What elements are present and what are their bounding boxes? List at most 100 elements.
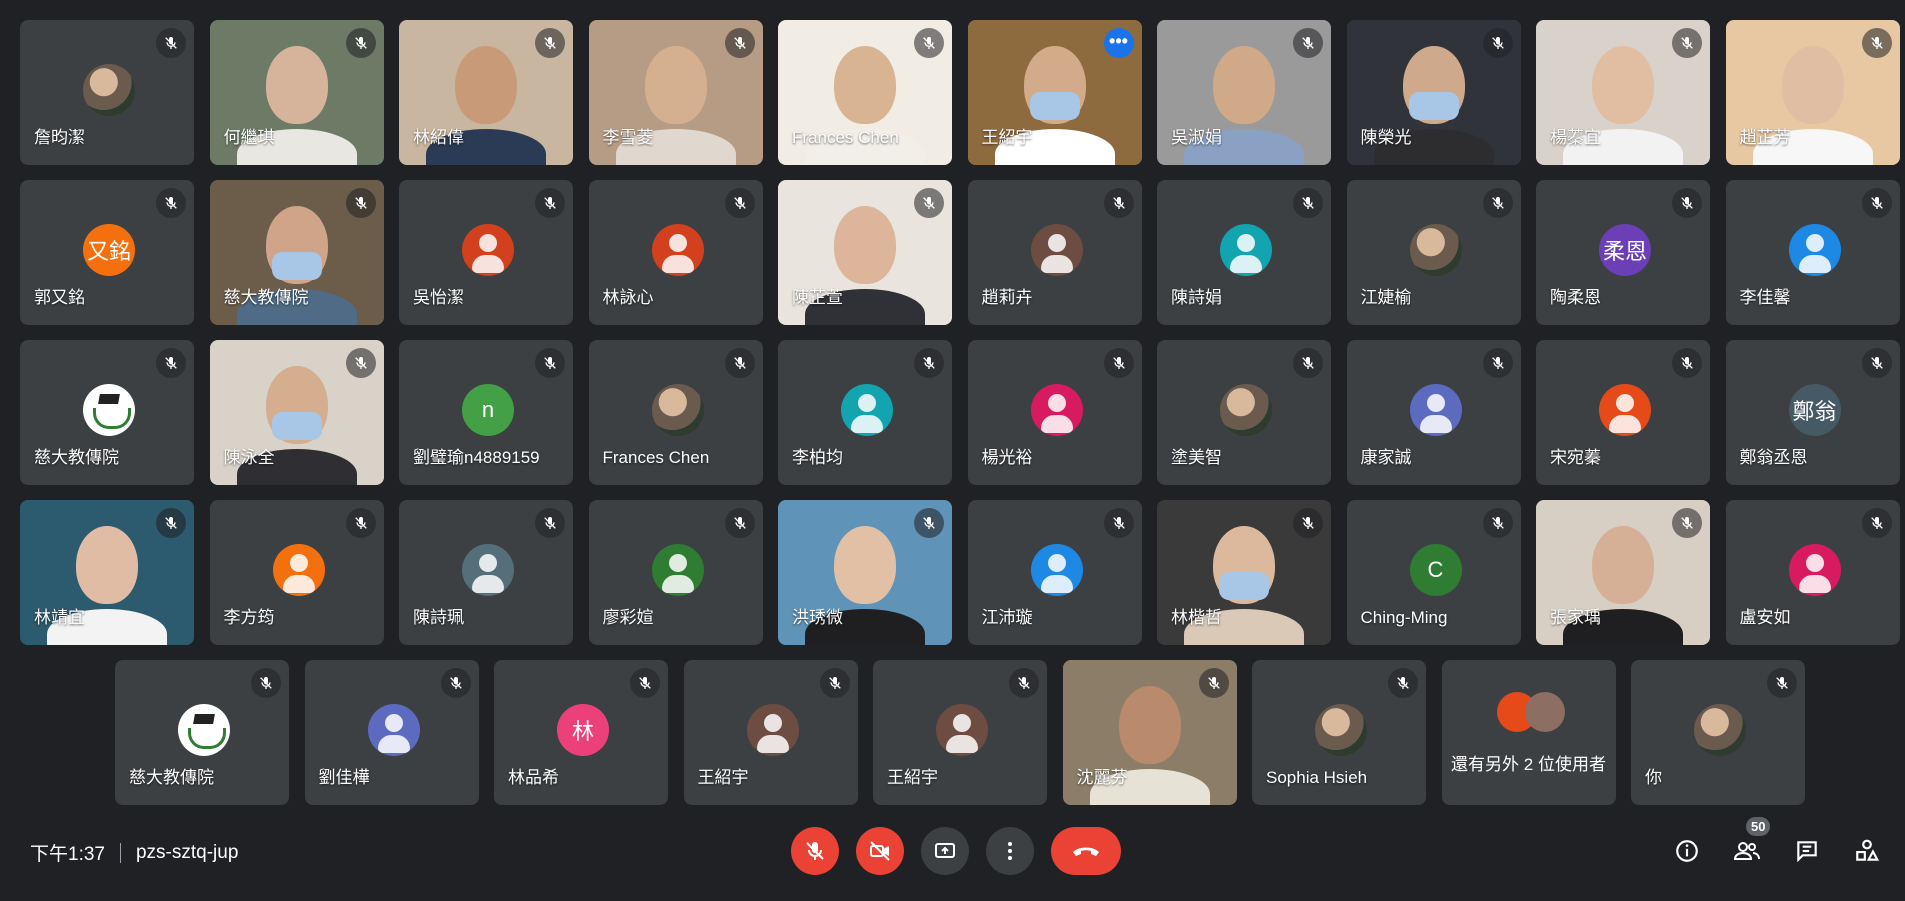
mic-off-icon xyxy=(1103,508,1134,538)
person-icon xyxy=(652,224,704,276)
participant-options-button[interactable]: ••• xyxy=(1103,28,1134,58)
participant-tile[interactable]: 王紹宇 xyxy=(873,660,1047,805)
participant-tile[interactable]: 廖彩媗 xyxy=(588,500,763,645)
participant-tile[interactable]: 陳芷萱 xyxy=(778,180,952,325)
participant-tile[interactable]: 李雪菱 xyxy=(588,20,763,165)
mic-off-icon xyxy=(914,348,944,378)
avatar xyxy=(1030,384,1083,436)
participant-tile[interactable]: 洪琇微 xyxy=(778,500,952,645)
participant-tile[interactable]: 陳泳全 xyxy=(209,340,384,485)
participant-tile[interactable]: Frances Chen xyxy=(778,20,952,165)
microphone-toggle-button[interactable] xyxy=(791,827,839,875)
mic-off-icon xyxy=(1482,188,1513,218)
mic-off-icon xyxy=(535,28,565,58)
participant-tile[interactable]: 劉佳樺 xyxy=(304,660,479,805)
participant-tile[interactable]: 吳淑娟 xyxy=(1157,20,1331,165)
graduation-cap-icon xyxy=(98,394,120,404)
participant-tile[interactable]: 李方筠 xyxy=(209,500,384,645)
participant-name: 劉佳樺 xyxy=(318,768,370,787)
leave-call-button[interactable] xyxy=(1051,827,1121,875)
participant-tile[interactable]: 盧安如 xyxy=(1725,500,1900,645)
participant-tile[interactable]: 林紹偉 xyxy=(399,20,573,165)
laurel-icon xyxy=(188,728,226,749)
participant-tile[interactable]: 陳詩珮 xyxy=(399,500,573,645)
participant-tile[interactable]: 江婕榆 xyxy=(1346,180,1521,325)
avatar xyxy=(1788,544,1841,596)
participant-tile[interactable]: 又銘 郭又銘 xyxy=(20,180,194,325)
mic-off-icon xyxy=(1293,188,1323,218)
participant-tile[interactable]: 林林品希 xyxy=(494,660,668,805)
participant-tile[interactable]: 李柏均 xyxy=(778,340,952,485)
participant-tile[interactable]: 吳怡潔 xyxy=(399,180,573,325)
participant-tile[interactable]: 慈大教傳院 xyxy=(209,180,384,325)
participant-tile[interactable]: 塗美智 xyxy=(1157,340,1331,485)
participant-tile[interactable]: 林靖宜 xyxy=(20,500,194,645)
participant-tile[interactable]: 慈大教傳院 xyxy=(20,340,194,485)
participant-name: 江沛璇 xyxy=(981,608,1033,627)
mic-off-icon xyxy=(535,508,565,538)
participant-tile[interactable]: C Ching-Ming xyxy=(1346,500,1521,645)
participant-tile[interactable]: 鄭翁 鄭翁丞恩 xyxy=(1725,340,1900,485)
mic-off-icon xyxy=(914,508,944,538)
participant-name: 洪琇微 xyxy=(792,608,843,627)
participant-tile[interactable]: 林楷哲 xyxy=(1157,500,1331,645)
participant-tile[interactable]: 還有另外 2 位使用者 xyxy=(1441,660,1616,805)
participant-tile[interactable]: 李佳馨 xyxy=(1725,180,1900,325)
present-screen-button[interactable] xyxy=(921,827,969,875)
participant-tile[interactable]: 慈大教傳院 xyxy=(115,660,289,805)
mic-off-icon xyxy=(1293,348,1323,378)
mic-off-icon xyxy=(1103,188,1134,218)
participant-tile[interactable]: ••• 王紹宇 xyxy=(967,20,1142,165)
participant-name: 王紹宇 xyxy=(887,768,938,787)
participant-name: 詹昀潔 xyxy=(34,128,85,147)
participant-tile[interactable]: 張家瑀 xyxy=(1536,500,1710,645)
participant-name: 楊光裕 xyxy=(981,448,1033,467)
participant-name: 李雪菱 xyxy=(602,128,654,147)
participant-tile[interactable]: 江沛璇 xyxy=(967,500,1142,645)
participant-tile[interactable]: 陳詩娟 xyxy=(1157,180,1331,325)
participant-tile[interactable]: Frances Chen xyxy=(588,340,763,485)
participant-tile[interactable]: 詹昀潔 xyxy=(20,20,194,165)
participant-tile[interactable]: 何繼琪 xyxy=(209,20,384,165)
video-person-face xyxy=(644,46,707,124)
participant-tile[interactable]: 楊光裕 xyxy=(967,340,1142,485)
participant-name: 林詠心 xyxy=(602,288,654,307)
participant-name: Ching-Ming xyxy=(1360,608,1448,627)
avatar xyxy=(1788,224,1841,276)
participant-tile[interactable]: 趙芷芳 xyxy=(1725,20,1900,165)
avatar-initial: 林 xyxy=(571,719,594,744)
activities-button[interactable] xyxy=(1845,829,1889,873)
chat-button[interactable] xyxy=(1785,829,1829,873)
participant-tile[interactable]: 沈麗芬 xyxy=(1062,660,1237,805)
more-options-button[interactable] xyxy=(986,827,1034,875)
participant-tile[interactable]: 王紹宇 xyxy=(683,660,858,805)
participant-tile[interactable]: n 劉璧瑜n4889159 xyxy=(399,340,573,485)
mic-off-icon xyxy=(1482,348,1513,378)
meeting-info: 下午1:37 pzs-sztq-jup xyxy=(30,839,238,866)
mic-off-icon xyxy=(1482,508,1513,538)
participant-name: 趙芷芳 xyxy=(1739,128,1791,147)
participant-tile[interactable]: 你 xyxy=(1631,660,1805,805)
participant-tile[interactable]: 楊蓁宜 xyxy=(1536,20,1710,165)
participant-name: 沈麗芬 xyxy=(1076,768,1128,787)
meeting-details-button[interactable] xyxy=(1665,829,1709,873)
mic-off-icon xyxy=(156,508,186,538)
camera-off-icon xyxy=(870,841,890,861)
participant-tile[interactable]: 宋宛蓁 xyxy=(1536,340,1710,485)
chat-icon xyxy=(1797,841,1817,863)
participant-tile[interactable]: 趙莉卉 xyxy=(967,180,1142,325)
avatar xyxy=(1409,224,1462,276)
video-person-face xyxy=(834,526,896,604)
participant-name: 塗美智 xyxy=(1171,448,1222,467)
avatar xyxy=(1030,224,1083,276)
participant-tile[interactable]: 林詠心 xyxy=(588,180,763,325)
hang-up-icon xyxy=(1073,847,1099,856)
participant-tile[interactable]: 康家誠 xyxy=(1346,340,1521,485)
camera-toggle-button[interactable] xyxy=(856,827,904,875)
participant-tile[interactable]: 陳榮光 xyxy=(1346,20,1521,165)
video-person-face xyxy=(1213,46,1275,124)
avatar xyxy=(1599,384,1651,436)
participant-tile[interactable]: 柔恩 陶柔恩 xyxy=(1536,180,1710,325)
participant-tile[interactable]: Sophia Hsieh xyxy=(1252,660,1426,805)
participant-count-badge: 50 xyxy=(1746,817,1771,836)
